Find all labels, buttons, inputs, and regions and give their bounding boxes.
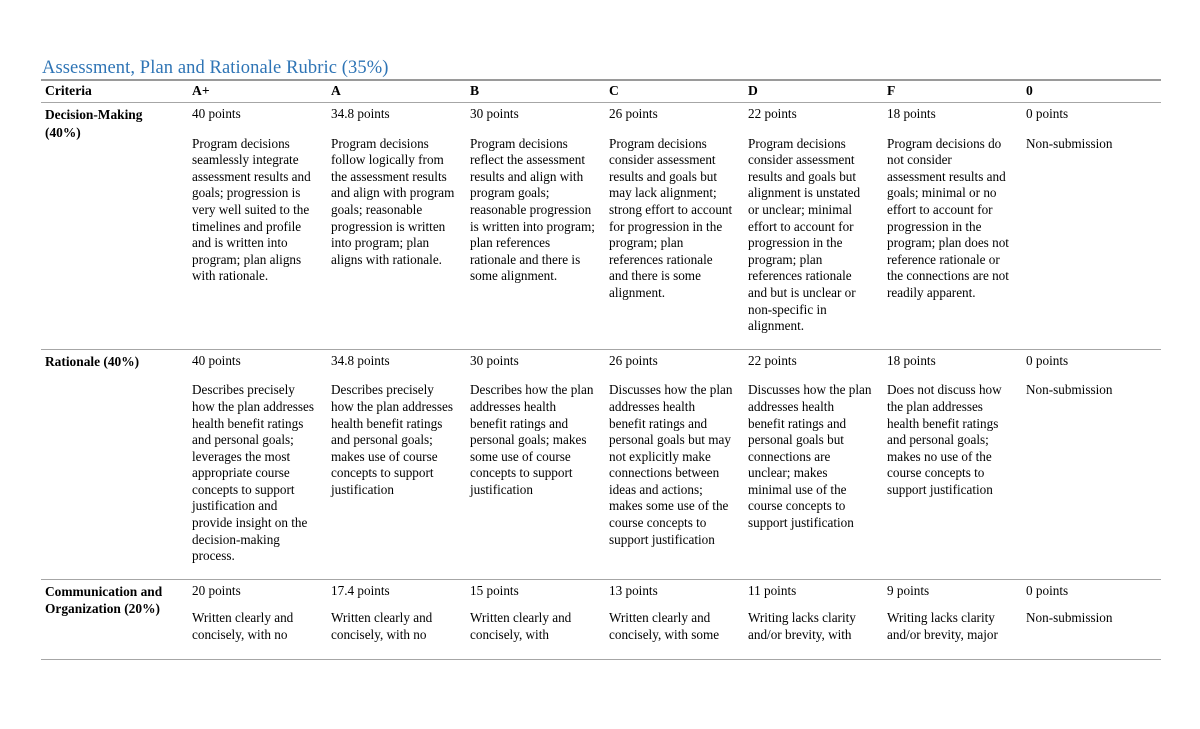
rubric-cell-a: 34.8 points Program decisions follow log…: [327, 103, 466, 350]
points-value: 40 points: [192, 352, 241, 368]
rubric-cell-zero: 0 points Non-submission: [1022, 103, 1161, 350]
points-value: 34.8 points: [331, 352, 390, 368]
criterion-description: Program decisions do not consider assess…: [887, 135, 1009, 300]
table-body: Decision-Making (40%) 40 points Program …: [41, 103, 1161, 660]
table-row: Decision-Making (40%) 40 points Program …: [41, 103, 1161, 350]
column-header-b: B: [466, 79, 605, 103]
column-header-criteria: Criteria: [41, 79, 188, 103]
criterion-description: Program decisions seamlessly integrate a…: [192, 135, 311, 284]
criterion-description: Program decisions follow logically from …: [331, 135, 455, 267]
criterion-description: Written clearly and concisely, with no m…: [192, 610, 294, 644]
criterion-description: Describes precisely how the plan address…: [331, 382, 453, 497]
points-value: 30 points: [470, 106, 519, 121]
criterion-description: Discusses how the plan addresses health …: [609, 382, 733, 547]
criterion-description: Program decisions reflect the assessment…: [470, 135, 595, 284]
page-title: Assessment, Plan and Rationale Rubric (3…: [42, 58, 389, 78]
rubric-cell-b: 30 points Program decisions reflect the …: [466, 103, 605, 350]
cell-inner: 11 points Writing lacks clarity and/or b…: [748, 583, 873, 645]
criterion-description: Written clearly and concisely, with no m…: [331, 610, 433, 644]
points-value: 0 points: [1026, 106, 1069, 121]
rubric-cell-c: 26 points Discusses how the plan address…: [605, 348, 744, 580]
criterion-description: Does not discuss how the plan addresses …: [887, 382, 1002, 497]
rubric-cell-a-plus: 40 points Program decisions seamlessly i…: [188, 103, 327, 350]
rubric-cell-c: 26 points Program decisions consider ass…: [605, 103, 744, 350]
points-value: 13 points: [609, 582, 658, 598]
rubric-cell-a-plus: 40 points Describes precisely how the pl…: [188, 348, 327, 580]
table-header-row: Criteria A+ A B C D F 0: [41, 79, 1161, 103]
rubric-cell-b: 15 points Written clearly and concisely,…: [466, 578, 605, 660]
criterion-description: Non-submission: [1026, 382, 1113, 398]
cell-inner: 0 points Non-submission: [1026, 583, 1151, 645]
rubric-cell-d: 22 points Discusses how the plan address…: [744, 348, 883, 580]
points-value: 18 points: [887, 106, 936, 121]
points-value: 11 points: [748, 582, 797, 598]
rubric-cell-d: 11 points Writing lacks clarity and/or b…: [744, 578, 883, 660]
rubric-cell-c: 13 points Written clearly and concisely,…: [605, 578, 744, 660]
column-header-f: F: [883, 79, 1022, 103]
rubric-cell-a: 34.8 points Describes precisely how the …: [327, 348, 466, 580]
rubric-cell-d: 22 points Program decisions consider ass…: [744, 103, 883, 350]
criterion-description: Program decisions consider assessment re…: [609, 135, 733, 300]
criteria-cell: Communication and Organization (20%): [41, 578, 188, 660]
rubric-cell-f: 18 points Does not discuss how the plan …: [883, 348, 1022, 580]
criteria-label: Rationale (40%): [45, 353, 140, 369]
rubric-cell-zero: 0 points Non-submission: [1022, 348, 1161, 580]
criterion-description: Writing lacks clarity and/or brevity, ma…: [887, 610, 998, 644]
criterion-description: Writing lacks clarity and/or brevity, wi…: [748, 610, 856, 644]
points-value: 15 points: [470, 582, 519, 598]
criteria-cell: Rationale (40%): [41, 348, 188, 580]
criterion-description: Describes how the plan addresses health …: [470, 382, 594, 497]
cell-inner: 13 points Written clearly and concisely,…: [609, 583, 734, 645]
cell-inner: 9 points Writing lacks clarity and/or br…: [887, 583, 1012, 645]
table-row: Rationale (40%) 40 points Describes prec…: [41, 348, 1161, 580]
cell-inner: 20 points Written clearly and concisely,…: [192, 583, 317, 645]
criterion-description: Describes precisely how the plan address…: [192, 382, 314, 564]
points-value: 0 points: [1026, 582, 1069, 598]
criterion-description: Non-submission: [1026, 135, 1113, 151]
column-header-d: D: [744, 79, 883, 103]
table-row: Communication and Organization (20%) 20 …: [41, 578, 1161, 660]
criteria-label: Communication and Organization (20%): [45, 583, 163, 617]
points-value: 20 points: [192, 582, 241, 598]
rubric-cell-f: 9 points Writing lacks clarity and/or br…: [883, 578, 1022, 660]
criterion-description: Written clearly and concisely, with mini…: [470, 610, 572, 644]
points-value: 0 points: [1026, 352, 1069, 368]
rubric-table: Criteria A+ A B C D F 0 Decision-Making …: [41, 79, 1161, 660]
cell-inner: 15 points Written clearly and concisely,…: [470, 583, 595, 645]
points-value: 9 points: [887, 582, 930, 598]
column-header-c: C: [605, 79, 744, 103]
rubric-cell-a-plus: 20 points Written clearly and concisely,…: [188, 578, 327, 660]
points-value: 17.4 points: [331, 582, 390, 598]
points-value: 30 points: [470, 352, 519, 368]
criterion-description: Program decisions consider assessment re…: [748, 135, 861, 334]
criteria-cell-inner: Communication and Organization (20%): [45, 583, 178, 645]
points-value: 18 points: [887, 352, 936, 368]
points-value: 22 points: [748, 106, 797, 121]
criteria-label: Decision-Making (40%): [45, 107, 143, 140]
criteria-cell: Decision-Making (40%): [41, 103, 188, 350]
points-value: 22 points: [748, 352, 797, 368]
table-header: Criteria A+ A B C D F 0: [41, 79, 1161, 103]
points-value: 26 points: [609, 106, 658, 121]
column-header-a-plus: A+: [188, 79, 327, 103]
rubric-cell-f: 18 points Program decisions do not consi…: [883, 103, 1022, 350]
criterion-description: Discusses how the plan addresses health …: [748, 382, 872, 531]
rubric-cell-zero: 0 points Non-submission: [1022, 578, 1161, 660]
criterion-description: Written clearly and concisely, with some…: [609, 610, 720, 644]
document-page: Assessment, Plan and Rationale Rubric (3…: [0, 0, 1200, 729]
points-value: 40 points: [192, 106, 241, 121]
criterion-description: Non-submission: [1026, 610, 1113, 626]
rubric-cell-b: 30 points Describes how the plan address…: [466, 348, 605, 580]
cell-inner: 17.4 points Written clearly and concisel…: [331, 583, 456, 645]
column-header-zero: 0: [1022, 79, 1161, 103]
points-value: 34.8 points: [331, 106, 390, 121]
rubric-cell-a: 17.4 points Written clearly and concisel…: [327, 578, 466, 660]
points-value: 26 points: [609, 352, 658, 368]
column-header-a: A: [327, 79, 466, 103]
